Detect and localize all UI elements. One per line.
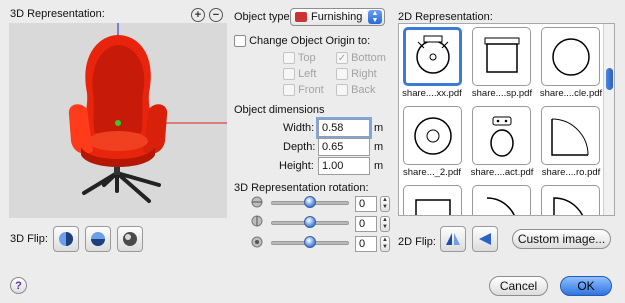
chair-3d-model xyxy=(68,23,227,203)
tile-4[interactable] xyxy=(472,106,531,165)
origin-top-option[interactable]: Top xyxy=(283,52,316,65)
rotate-z-icon xyxy=(250,235,264,252)
door-swing-icon xyxy=(550,118,588,156)
toilet-icon xyxy=(489,116,514,157)
origin-right-checkbox[interactable] xyxy=(336,68,348,81)
arc-icon xyxy=(486,196,515,215)
custom-image-button[interactable]: Custom image... xyxy=(512,229,611,249)
origin-bottom-label: Bottom xyxy=(351,52,386,64)
origin-back-label: Back xyxy=(351,84,376,96)
flip-depth-icon xyxy=(123,232,137,246)
height-label: Height: xyxy=(279,160,314,172)
flip-depth-3d-button[interactable] xyxy=(117,226,143,252)
rotation-label: 3D Representation rotation: xyxy=(234,182,369,194)
change-origin-checkbox[interactable] xyxy=(234,35,246,48)
dimensions-label: Object dimensions xyxy=(234,104,325,116)
origin-left-option[interactable]: Left xyxy=(283,68,317,81)
flip-vertical-2d-button[interactable] xyxy=(472,226,498,252)
round-table-chairs-icon xyxy=(415,35,450,74)
tile-3-label: share..._2.pdf xyxy=(402,167,462,178)
furnishing-icon xyxy=(295,12,307,22)
rotate-x-slider-knob[interactable] xyxy=(304,196,316,208)
zoom-out-icon[interactable]: − xyxy=(209,8,223,22)
tile-2-label: share....cle.pdf xyxy=(539,88,603,99)
origin-right-label: Right xyxy=(351,68,377,80)
tile-1[interactable] xyxy=(472,27,531,86)
origin-front-option[interactable]: Front xyxy=(283,84,324,97)
round-concentric-icon xyxy=(413,116,452,155)
square-chair-icon xyxy=(484,37,519,73)
tile-6[interactable] xyxy=(403,185,462,215)
3d-flip-label: 3D Flip: xyxy=(10,233,48,245)
origin-back-option[interactable]: Back xyxy=(336,84,376,97)
origin-bottom-option[interactable]: ✓ Bottom xyxy=(336,52,386,65)
depth-field[interactable]: 0.65 xyxy=(318,138,370,156)
tile-7[interactable] xyxy=(472,185,531,215)
flip-vertical-3d-button[interactable] xyxy=(85,226,111,252)
object-type-select[interactable]: Furnishing ▲ ▼ xyxy=(290,8,385,26)
rotate-x-icon xyxy=(250,195,264,212)
rotate-z-stepper[interactable]: ▲ ▼ xyxy=(380,236,390,252)
circle-icon xyxy=(551,37,590,76)
width-label: Width: xyxy=(283,122,315,134)
rotate-x-stepper[interactable]: ▲ ▼ xyxy=(380,196,390,212)
origin-left-checkbox[interactable] xyxy=(283,68,295,81)
origin-bottom-checkbox[interactable]: ✓ xyxy=(336,52,348,65)
flip-horizontal-3d-button[interactable] xyxy=(53,226,79,252)
depth-unit: m xyxy=(374,141,384,153)
tile-5[interactable] xyxy=(541,106,600,165)
tile-0[interactable] xyxy=(403,27,462,86)
ok-button[interactable]: OK xyxy=(560,276,612,296)
zoom-in-icon[interactable]: + xyxy=(191,8,205,22)
rotate-x-field[interactable]: 0 xyxy=(355,196,377,212)
rotate-z-slider-knob[interactable] xyxy=(304,236,316,248)
object-type-label: Object type: xyxy=(234,11,293,23)
tile-2[interactable] xyxy=(541,27,600,86)
tile-0-label: share....xx.pdf xyxy=(402,88,462,99)
origin-left-label: Left xyxy=(298,68,317,80)
help-button[interactable]: ? xyxy=(10,277,27,294)
change-origin-row[interactable]: Change Object Origin to: xyxy=(234,35,371,48)
origin-back-checkbox[interactable] xyxy=(336,84,348,97)
tile-3[interactable] xyxy=(403,106,462,165)
flip-horizontal-triangles-icon xyxy=(446,233,460,245)
chevron-updown-icon: ▲ ▼ xyxy=(368,10,382,24)
rotate-y-field[interactable]: 0 xyxy=(355,216,377,232)
rotate-y-icon xyxy=(250,214,264,231)
height-field[interactable]: 1.00 xyxy=(318,157,370,175)
2d-flip-label: 2D Flip: xyxy=(398,236,436,248)
2d-representation-title: 2D Representation: xyxy=(398,11,493,23)
tile-8[interactable] xyxy=(541,185,600,215)
rotate-y-stepper[interactable]: ▲ ▼ xyxy=(380,216,390,232)
object-type-value: Furnishing xyxy=(311,11,363,23)
origin-front-label: Front xyxy=(298,84,324,96)
tile-5-label: share....ro.pdf xyxy=(541,167,601,178)
change-origin-label: Change Object Origin to: xyxy=(249,35,371,47)
rectangle-icon xyxy=(414,198,451,215)
2d-list-scrollbar[interactable] xyxy=(603,24,614,215)
flip-horizontal-icon xyxy=(59,232,73,246)
tile-1-label: share....sp.pdf xyxy=(471,88,533,99)
origin-top-checkbox[interactable] xyxy=(283,52,295,65)
height-unit: m xyxy=(374,160,384,172)
origin-top-label: Top xyxy=(297,52,316,64)
rotate-y-slider-knob[interactable] xyxy=(304,216,316,228)
rotate-z-field[interactable]: 0 xyxy=(355,236,377,252)
2d-list-scrollbar-thumb[interactable] xyxy=(606,68,613,90)
width-field[interactable]: 0.58 xyxy=(316,117,372,139)
origin-right-option[interactable]: Right xyxy=(336,68,377,81)
tile-4-label: share....act.pdf xyxy=(470,167,534,178)
3d-preview-viewport[interactable] xyxy=(9,23,227,218)
quarter-arc-icon xyxy=(552,196,583,215)
flip-horizontal-2d-button[interactable] xyxy=(440,226,466,252)
flip-vertical-triangle-icon xyxy=(479,233,491,245)
3d-representation-title: 3D Representation: xyxy=(10,8,105,20)
2d-representation-list[interactable]: share....xx.pdf share....sp.pdf share...… xyxy=(398,23,615,216)
width-unit: m xyxy=(374,122,384,134)
flip-vertical-icon xyxy=(91,232,105,246)
origin-front-checkbox[interactable] xyxy=(283,84,295,97)
cancel-button[interactable]: Cancel xyxy=(489,276,548,296)
depth-label: Depth: xyxy=(283,141,316,153)
